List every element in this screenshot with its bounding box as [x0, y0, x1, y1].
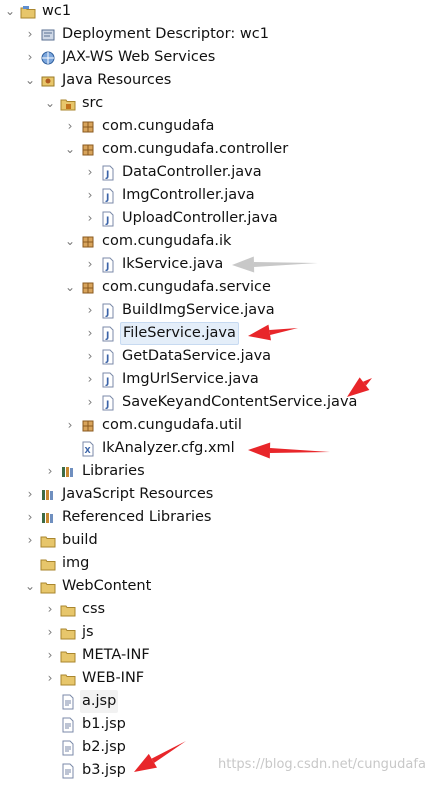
annotation-arrow-b3 — [134, 741, 186, 772]
watermark: https://blog.csdn.net/cungudafa — [218, 757, 426, 772]
